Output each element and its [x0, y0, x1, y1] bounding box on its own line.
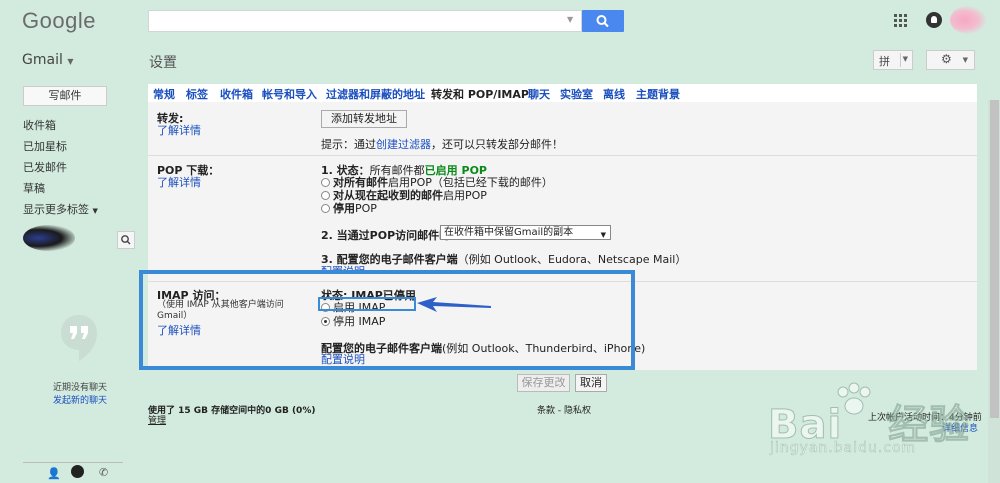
chat-user-avatar[interactable] [23, 225, 75, 251]
phone-icon[interactable]: ✆ [99, 466, 108, 479]
tab-labels[interactable]: 标签 [186, 86, 208, 102]
forwarding-tip: 提示：通过创建过滤器，还可以只转发部分邮件！ [321, 136, 563, 152]
sidebar-item-drafts[interactable]: 草稿 [23, 180, 45, 196]
pop-config-client-rest: （例如 Outlook、Eudora、Netscape Mail） [457, 253, 687, 266]
chevron-down-icon: ▼ [962, 56, 968, 64]
pop-config-client: 3. 配置您的电子邮件客户端（例如 Outlook、Eudora、Netscap… [321, 251, 686, 267]
imap-highlight-box [139, 270, 635, 370]
sidebar-item-sent[interactable]: 已发邮件 [23, 159, 67, 175]
save-changes-button[interactable]: 保存更改 [517, 374, 570, 392]
chevron-down-icon: ▼ [92, 207, 98, 215]
chevron-down-icon: ▼ [902, 55, 908, 63]
settings-button[interactable]: ⚙ ▼ [926, 50, 975, 70]
cancel-button[interactable]: 取消 [575, 374, 607, 392]
account-avatar[interactable] [950, 6, 986, 34]
tab-inbox[interactable]: 收件箱 [220, 86, 253, 102]
gmail-menu[interactable]: Gmail ▼ [22, 52, 73, 68]
input-tools-label: 拼 [879, 55, 890, 68]
sidebar-item-starred[interactable]: 已加星标 [23, 138, 67, 154]
sidebar-item-label: 显示更多标签 [23, 203, 89, 216]
scrollbar-thumb[interactable] [990, 100, 999, 418]
tab-chat[interactable]: 聊天 [528, 86, 550, 102]
hangouts-icon [59, 313, 99, 365]
tab-offline[interactable]: 离线 [603, 86, 625, 102]
apps-grid-icon[interactable] [894, 13, 908, 27]
search-button[interactable] [582, 10, 624, 32]
sidebar-item-more-labels[interactable]: 显示更多标签 ▼ [23, 201, 98, 217]
input-tools-button[interactable]: 拼 ▼ [873, 50, 913, 70]
pop-option-disable[interactable]: 停用POP [321, 200, 377, 216]
storage-usage-text: 使用了 15 GB 存储空间中的0 GB (0%) [148, 406, 316, 416]
tab-accounts-import[interactable]: 帐号和导入 [262, 86, 317, 102]
radio-button[interactable] [321, 177, 330, 187]
tab-filters-blocked[interactable]: 过滤器和屏蔽的地址 [326, 86, 425, 102]
tab-themes[interactable]: 主题背景 [636, 86, 680, 102]
person-icon[interactable]: 👤 [47, 467, 61, 480]
page-title: 设置 [149, 55, 177, 71]
compose-button[interactable]: 写邮件 [23, 86, 107, 106]
add-forwarding-address-button[interactable]: 添加转发地址 [321, 110, 407, 128]
search-icon [596, 15, 609, 28]
hangouts-tab-icon[interactable] [71, 465, 84, 478]
pop-when-accessed-select[interactable]: 在收件箱中保留Gmail的副本 ▼ [440, 225, 611, 240]
notifications-bell-icon[interactable] [926, 12, 942, 28]
annotation-arrow-icon [415, 295, 495, 317]
tab-forwarding-pop-imap[interactable]: 转发和 POP/IMAP [431, 86, 529, 102]
search-input[interactable] [148, 10, 582, 32]
gmail-menu-label: Gmail [22, 52, 63, 68]
pop-option-bold: 停用 [333, 202, 355, 215]
start-new-chat-link[interactable]: 发起新的聊天 [48, 393, 112, 406]
sidebar-item-inbox[interactable]: 收件箱 [23, 117, 56, 133]
manage-storage-link[interactable]: 管理 [148, 413, 166, 426]
watermark-url: jingyan.baidu.com [770, 440, 917, 457]
settings-tab-bar: 常规 标签 收件箱 帐号和导入 过滤器和屏蔽的地址 转发和 POP/IMAP 聊… [148, 84, 977, 102]
chat-bottom-bar: 👤 ✆ [23, 462, 123, 483]
section-divider [148, 155, 977, 156]
forwarding-tip-suffix: ，还可以只转发部分邮件！ [431, 138, 563, 151]
pop-when-accessed-label: 2. 当通过POP访问邮件时 [321, 229, 451, 242]
search-people-button[interactable] [117, 231, 135, 249]
radio-button[interactable] [321, 203, 330, 213]
google-logo[interactable]: Google [22, 8, 96, 34]
forwarding-tip-prefix: 提示：通过 [321, 138, 376, 151]
tab-labs[interactable]: 实验室 [560, 86, 593, 102]
create-filter-link[interactable]: 创建过滤器 [376, 138, 431, 151]
pop-option-rest: 启用POP [443, 189, 487, 202]
forwarding-learn-more-link[interactable]: 了解详情 [157, 122, 201, 138]
baidu-jingyan-watermark: Bai 经验 jingyan.baidu.com [767, 380, 978, 460]
pop-learn-more-link[interactable]: 了解详情 [157, 174, 201, 190]
gear-icon: ⚙ [941, 52, 952, 66]
pop-option-rest: POP [355, 202, 377, 215]
search-options-chevron-icon[interactable]: ▼ [567, 15, 573, 24]
chevron-down-icon: ▼ [600, 231, 606, 239]
enable-imap-highlight [318, 297, 416, 311]
radio-button[interactable] [321, 190, 330, 200]
terms-privacy-links[interactable]: 条款 - 隐私权 [537, 403, 591, 416]
tab-general[interactable]: 常规 [153, 86, 175, 102]
chevron-down-icon: ▼ [67, 57, 74, 66]
pop-when-accessed-value: 在收件箱中保留Gmail的副本 [444, 227, 574, 238]
input-tools-divider [900, 53, 901, 67]
search-icon [121, 235, 131, 245]
no-recent-chats-text: 近期没有聊天 [52, 383, 107, 393]
